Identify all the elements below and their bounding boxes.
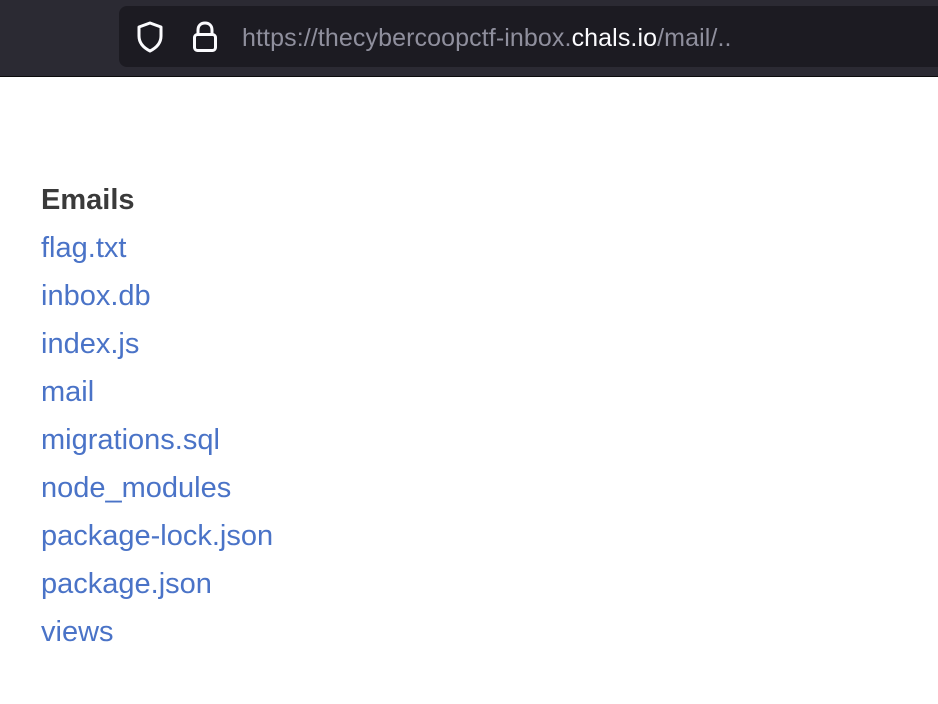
list-item: package.json xyxy=(41,564,273,612)
url-prefix: https://thecybercoopctf-inbox. xyxy=(242,24,572,52)
page-heading: Emails xyxy=(41,184,135,216)
shield-icon[interactable] xyxy=(135,20,165,54)
list-item: inbox.db xyxy=(41,276,273,324)
list-item: views xyxy=(41,612,273,660)
lock-icon[interactable] xyxy=(190,20,220,54)
browser-toolbar: https://thecybercoopctf-inbox.chals.io/m… xyxy=(0,0,938,77)
file-link-views[interactable]: views xyxy=(41,616,114,648)
file-link-migrations-sql[interactable]: migrations.sql xyxy=(41,424,220,456)
file-link-inbox-db[interactable]: inbox.db xyxy=(41,280,151,312)
file-link-index-js[interactable]: index.js xyxy=(41,328,139,360)
list-item: flag.txt xyxy=(41,228,273,276)
list-item: package-lock.json xyxy=(41,516,273,564)
file-link-flag-txt[interactable]: flag.txt xyxy=(41,232,126,264)
list-item: node_modules xyxy=(41,468,273,516)
file-link-package-json[interactable]: package.json xyxy=(41,568,212,600)
file-link-package-lock-json[interactable]: package-lock.json xyxy=(41,520,273,552)
list-item: index.js xyxy=(41,324,273,372)
file-link-mail[interactable]: mail xyxy=(41,376,94,408)
url-suffix: /mail/.. xyxy=(657,24,732,52)
url-host: chals.io xyxy=(571,24,658,52)
file-list: flag.txt inbox.db index.js mail migratio… xyxy=(41,228,273,660)
url-text[interactable]: https://thecybercoopctf-inbox.chals.io/m… xyxy=(242,20,732,56)
file-link-node-modules[interactable]: node_modules xyxy=(41,472,231,504)
page-content: Emails flag.txt inbox.db index.js mail m… xyxy=(41,180,273,660)
list-item: mail xyxy=(41,372,273,420)
list-item: migrations.sql xyxy=(41,420,273,468)
